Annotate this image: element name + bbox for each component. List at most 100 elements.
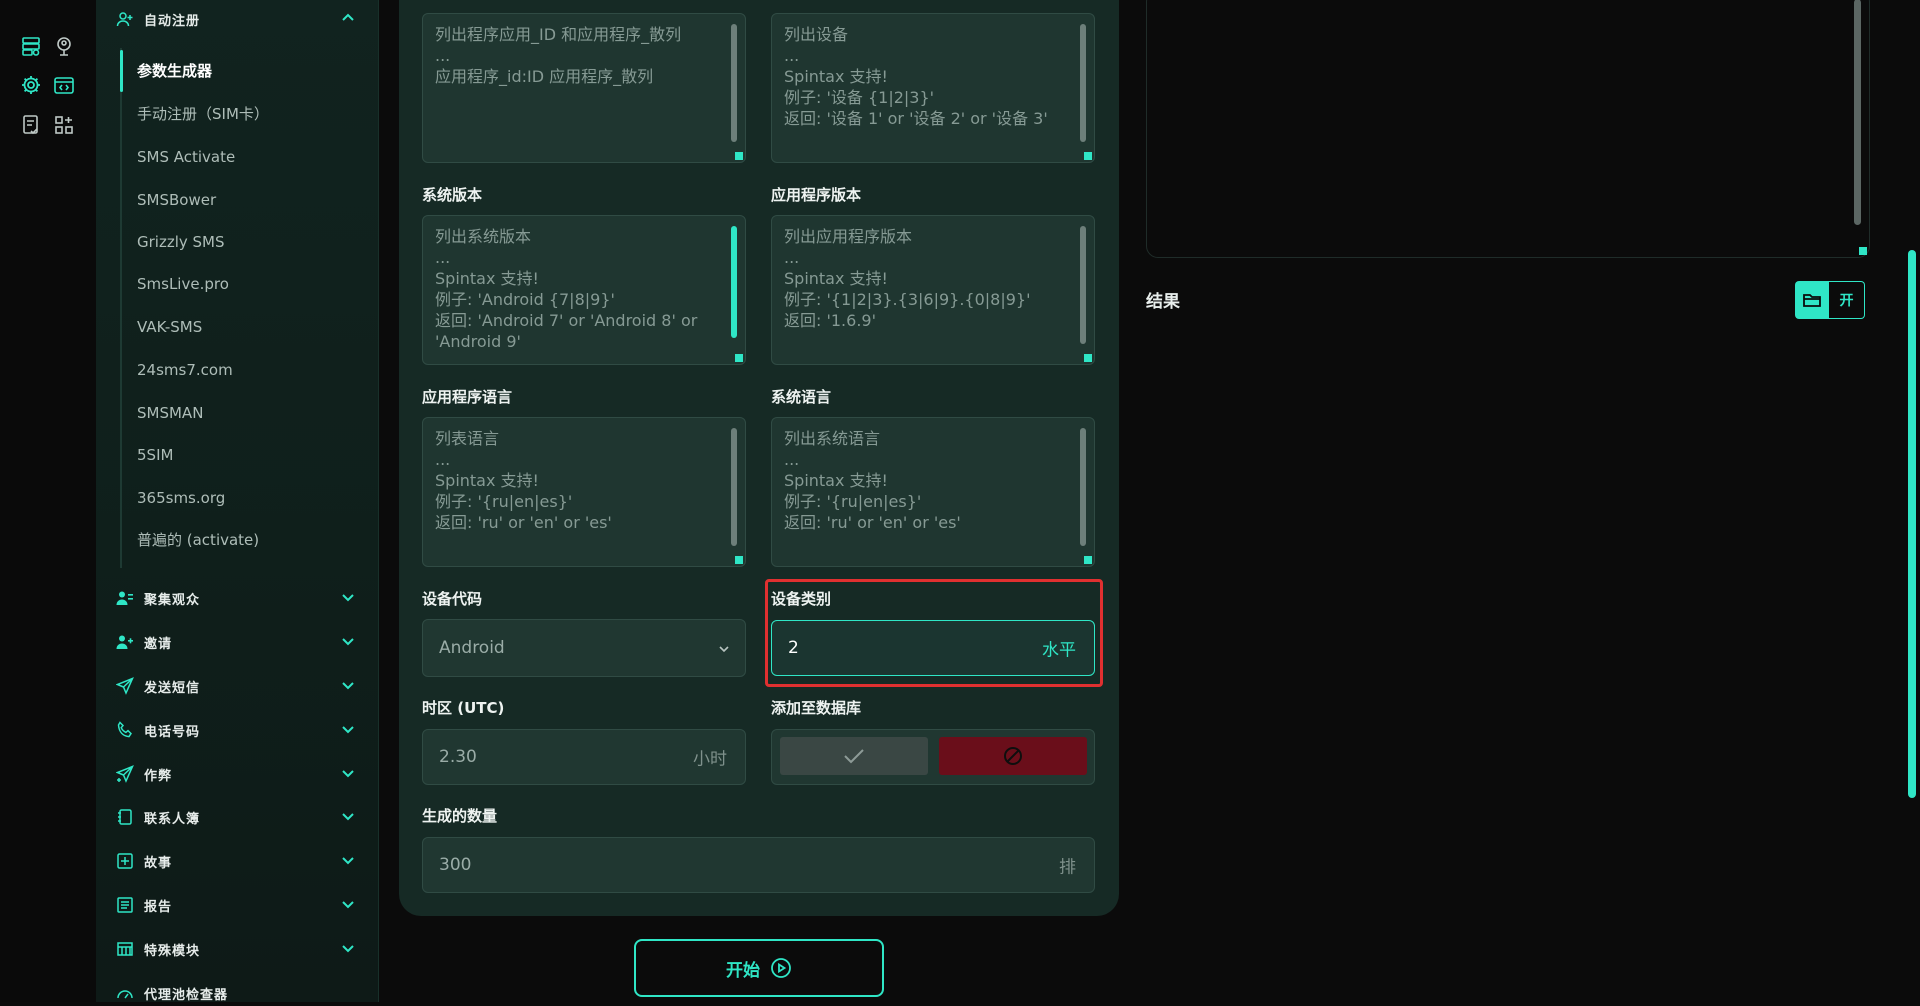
resize-handle[interactable]	[1859, 247, 1867, 255]
sidebar-item-param-generator[interactable]: 参数生成器	[137, 60, 212, 82]
chevron-down-icon[interactable]	[340, 589, 356, 605]
output-textarea[interactable]	[1146, 0, 1870, 258]
open-result-button[interactable]: 开	[1829, 281, 1865, 319]
sidebar-group-proxy-checker[interactable]: 代理池检查器	[116, 980, 356, 1006]
code-window-icon[interactable]	[53, 74, 75, 96]
app-id-hash-textarea[interactable]: 列出程序应用_ID 和应用程序_散列 ... 应用程序_id:ID 应用程序_散…	[422, 13, 746, 163]
page-scrollbar[interactable]	[1908, 250, 1916, 798]
checklist-icon[interactable]	[20, 114, 42, 136]
sidebar-group-audience[interactable]: 聚集观众	[116, 585, 356, 611]
device-textarea[interactable]: 列出设备 ... Spintax 支持! 例子: '设备 {1|2|3}' 返回…	[771, 13, 1095, 163]
sidebar-group-label: 聚集观众	[144, 592, 201, 608]
module-grid-icon[interactable]	[53, 114, 75, 136]
sidebar-item-smslive[interactable]: SmsLive.pro	[137, 273, 229, 295]
sidebar-group-contacts[interactable]: 联系人簿	[116, 804, 356, 830]
sidebar-item-smsbower[interactable]: SMSBower	[137, 189, 216, 211]
sidebar-group-send-sms[interactable]: 发送短信	[116, 673, 356, 699]
scrollbar[interactable]	[1854, 0, 1861, 225]
app-language-label: 应用程序语言	[422, 388, 513, 406]
gauge-icon	[116, 983, 138, 1003]
resize-handle[interactable]	[735, 556, 743, 564]
input-suffix: 小时	[693, 749, 727, 770]
chevron-down-icon[interactable]	[340, 940, 356, 956]
open-folder-button[interactable]	[1795, 281, 1829, 319]
chevron-down-icon[interactable]	[340, 721, 356, 737]
sidebar-item-vak-sms[interactable]: VAK-SMS	[137, 316, 202, 338]
database-list-icon[interactable]	[20, 35, 42, 57]
system-version-textarea[interactable]: 列出系统版本 ... Spintax 支持! 例子: 'Android {7|8…	[422, 215, 746, 365]
add-to-db-yes-button[interactable]	[780, 737, 928, 775]
generate-count-label: 生成的数量	[422, 807, 498, 825]
user-plus-icon	[116, 9, 138, 29]
start-button[interactable]: 开始	[634, 939, 884, 997]
sidebar-item-5sim[interactable]: 5SIM	[137, 444, 173, 466]
app-language-textarea[interactable]: 列表语言 ... Spintax 支持! 例子: '{ru|en|es}' 返回…	[422, 417, 746, 567]
textarea-placeholder: 列出应用程序版本 ... Spintax 支持! 例子: '{1|2|3}.{3…	[784, 227, 1031, 330]
input-suffix: 排	[1059, 857, 1076, 878]
user-plus-icon	[116, 632, 138, 652]
gear-icon[interactable]	[20, 74, 42, 96]
sidebar-item-universal-activate[interactable]: 普遍的 (activate)	[137, 529, 259, 551]
resize-handle[interactable]	[1084, 354, 1092, 362]
chevron-down-icon[interactable]	[340, 633, 356, 649]
generate-count-input[interactable]: 300 排	[422, 837, 1095, 893]
ban-icon	[1004, 747, 1022, 765]
sidebar-group-special-modules[interactable]: 特殊模块	[116, 936, 356, 962]
account-badge-icon[interactable]	[53, 35, 75, 57]
chevron-up-icon[interactable]	[340, 10, 356, 26]
sidebar-group-invite[interactable]: 邀请	[116, 629, 356, 655]
chevron-down-icon[interactable]	[340, 896, 356, 912]
chevron-down-icon[interactable]	[340, 808, 356, 824]
sidebar-group-reports[interactable]: 报告	[116, 892, 356, 918]
sidebar-group-auto-register[interactable]: 自动注册	[116, 6, 356, 32]
add-to-db-no-button[interactable]	[939, 737, 1087, 775]
scrollbar[interactable]	[731, 428, 737, 546]
timezone-input[interactable]: 2.30 小时	[422, 729, 746, 785]
sidebar-group-phone-numbers[interactable]: 电话号码	[116, 717, 356, 743]
sidebar-group-label: 邀请	[144, 636, 173, 652]
scrollbar[interactable]	[1080, 24, 1086, 142]
sidebar-group-stories[interactable]: 故事	[116, 848, 356, 874]
scrollbar[interactable]	[731, 24, 737, 142]
input-value: 300	[439, 855, 472, 875]
system-language-label: 系统语言	[771, 388, 832, 406]
sidebar-item-sms-activate[interactable]: SMS Activate	[137, 146, 235, 168]
chevron-down-icon[interactable]	[340, 765, 356, 781]
users-icon	[116, 588, 138, 608]
resize-handle[interactable]	[1084, 556, 1092, 564]
sidebar-item-smsman[interactable]: SMSMAN	[137, 402, 203, 424]
open-result-label: 开	[1839, 293, 1854, 309]
sidebar-item-365sms[interactable]: 365sms.org	[137, 487, 225, 509]
textarea-placeholder: 列表语言 ... Spintax 支持! 例子: '{ru|en|es}' 返回…	[435, 429, 612, 532]
sidebar-group-cheat[interactable]: 作弊	[116, 761, 356, 787]
scrollbar[interactable]	[1080, 428, 1086, 546]
sidebar-item-manual-register[interactable]: 手动注册（SIM卡）	[137, 103, 269, 125]
sidebar-item-24sms7[interactable]: 24sms7.com	[137, 359, 233, 381]
phone-icon	[116, 720, 138, 740]
system-language-textarea[interactable]: 列出系统语言 ... Spintax 支持! 例子: '{ru|en|es}' …	[771, 417, 1095, 567]
device-code-select[interactable]: Android	[422, 619, 746, 677]
folder-icon	[1803, 294, 1821, 307]
select-value: Android	[439, 638, 505, 658]
sidebar-group-label: 发送短信	[144, 680, 201, 696]
sidebar-group-label: 代理池检查器	[144, 987, 229, 1003]
sidebar-group-label: 故事	[144, 855, 173, 871]
contacts-book-icon	[116, 807, 138, 827]
textarea-placeholder: 列出程序应用_ID 和应用程序_散列 ... 应用程序_id:ID 应用程序_散…	[435, 25, 682, 86]
chevron-down-icon[interactable]	[340, 852, 356, 868]
scrollbar[interactable]	[1080, 226, 1086, 344]
sidebar-group-label: 作弊	[144, 768, 173, 784]
sidebar-group-label: 电话号码	[144, 724, 201, 740]
resize-handle[interactable]	[1084, 152, 1092, 160]
chevron-down-icon[interactable]	[340, 677, 356, 693]
check-icon	[844, 749, 864, 764]
textarea-placeholder: 列出设备 ... Spintax 支持! 例子: '设备 {1|2|3}' 返回…	[784, 25, 1048, 128]
app-version-textarea[interactable]: 列出应用程序版本 ... Spintax 支持! 例子: '{1|2|3}.{3…	[771, 215, 1095, 365]
sidebar-group-label: 自动注册	[144, 13, 201, 29]
sidebar-item-grizzly-sms[interactable]: Grizzly SMS	[137, 231, 225, 253]
grid-table-icon	[116, 939, 138, 959]
resize-handle[interactable]	[735, 354, 743, 362]
sidebar-group-label: 报告	[144, 899, 173, 915]
scrollbar[interactable]	[731, 226, 737, 338]
resize-handle[interactable]	[735, 152, 743, 160]
